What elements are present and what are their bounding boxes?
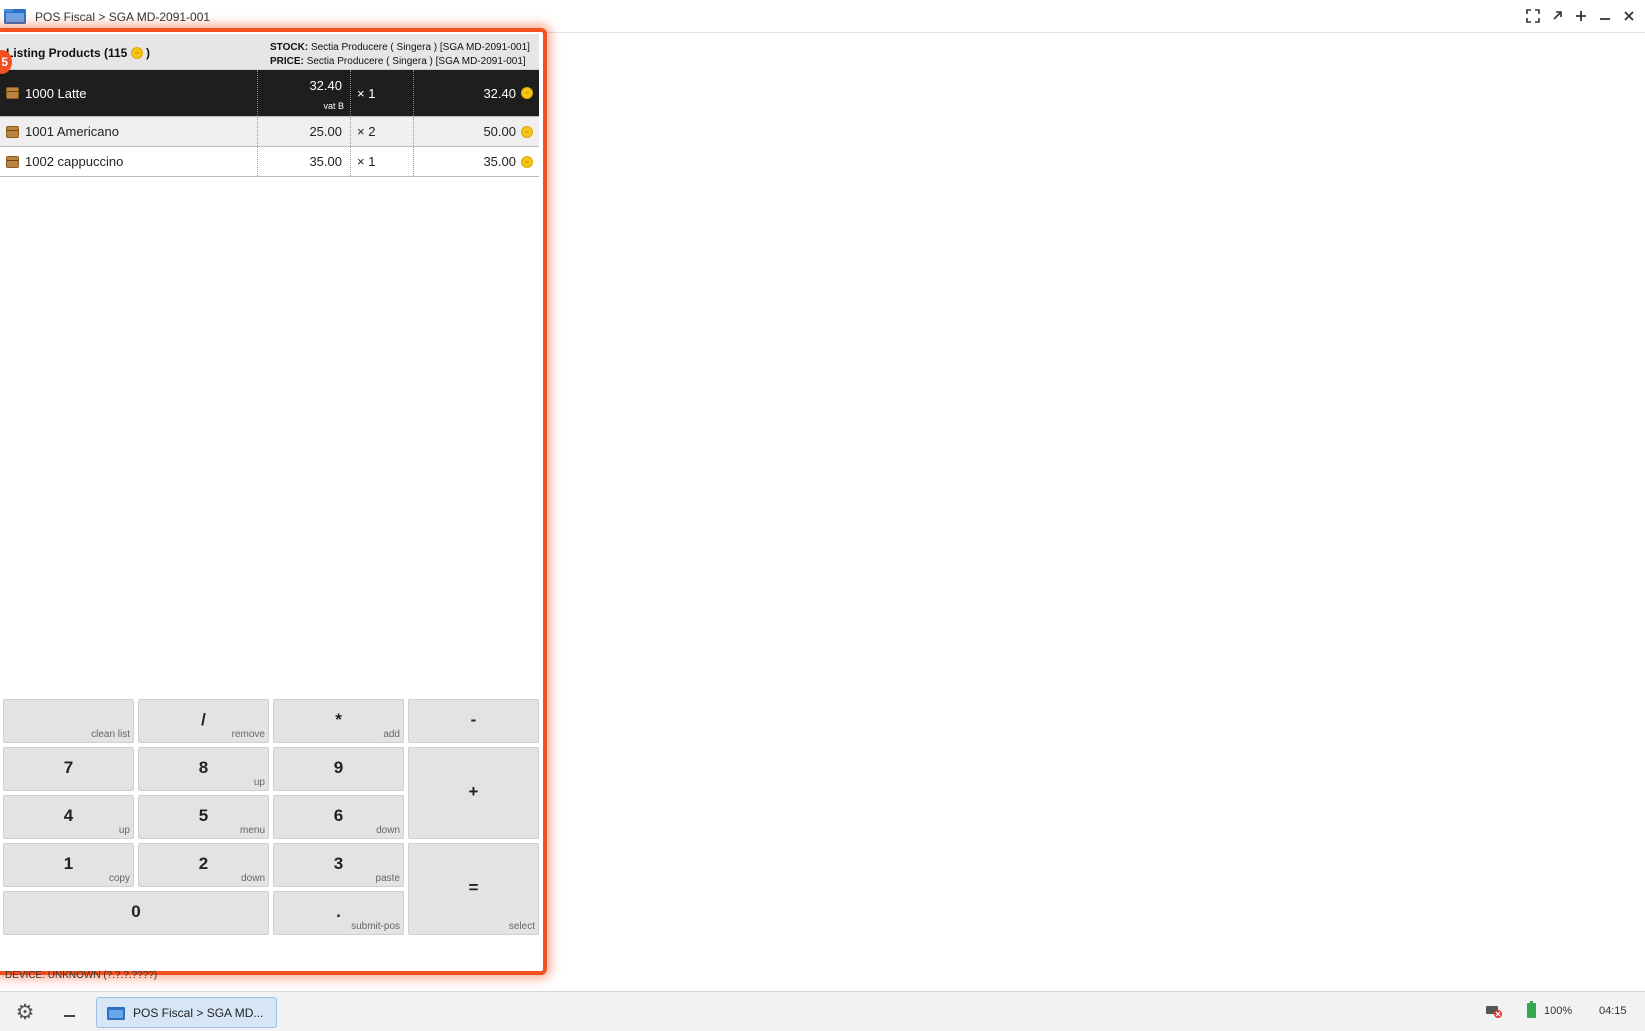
close-icon[interactable] bbox=[1619, 6, 1639, 26]
product-name: 1000 Latte bbox=[25, 85, 87, 101]
dot-submit-key[interactable]: . submit-pos bbox=[273, 891, 404, 935]
key-4[interactable]: 4 up bbox=[3, 795, 134, 839]
equals-select-key[interactable]: = select bbox=[408, 843, 539, 935]
product-total: 50.00 bbox=[483, 124, 516, 139]
battery-icon[interactable] bbox=[1527, 1001, 1536, 1018]
pos-panel: 5 Listing Products (115 ) STOCK: Sectia … bbox=[0, 28, 547, 975]
minus-key[interactable]: - bbox=[408, 699, 539, 743]
key-6[interactable]: 6 down bbox=[273, 795, 404, 839]
taskbar-task-pos-fiscal[interactable]: POS Fiscal > SGA MD... bbox=[96, 997, 277, 1028]
coin-icon bbox=[130, 47, 143, 59]
product-qty: × 1 bbox=[351, 70, 414, 116]
multiply-add-key[interactable]: * add bbox=[273, 699, 404, 743]
keypad: clean list / remove * add - 7 8 up 9 + 4… bbox=[2, 699, 540, 935]
product-qty: × 2 bbox=[351, 117, 414, 146]
product-price: 32.40 bbox=[309, 78, 342, 93]
price-info: PRICE: Sectia Producere ( Singera ) [SGA… bbox=[270, 56, 526, 67]
product-total: 32.40 bbox=[483, 85, 516, 101]
product-name: 1002 cappuccino bbox=[25, 154, 124, 169]
product-name: 1001 Americano bbox=[25, 124, 119, 139]
key-9[interactable]: 9 bbox=[273, 747, 404, 791]
key-8[interactable]: 8 up bbox=[138, 747, 269, 791]
vat-label: vat B bbox=[323, 101, 344, 111]
gear-icon[interactable]: ⚙ bbox=[14, 1002, 36, 1024]
product-row[interactable]: 1001 Americano 25.00 × 2 50.00 bbox=[0, 117, 539, 147]
coin-icon bbox=[521, 125, 533, 138]
minimize-icon[interactable] bbox=[1595, 6, 1615, 26]
key-5[interactable]: 5 menu bbox=[138, 795, 269, 839]
minimize-all-icon[interactable] bbox=[60, 1001, 80, 1021]
key-7[interactable]: 7 bbox=[3, 747, 134, 791]
product-total: 35.00 bbox=[483, 154, 516, 169]
taskbar-task-label: POS Fiscal > SGA MD... bbox=[133, 1006, 264, 1020]
battery-percent: 100% bbox=[1544, 1005, 1573, 1017]
listing-title: Listing Products (115 ) bbox=[6, 46, 151, 60]
listing-header: Listing Products (115 ) STOCK: Sectia Pr… bbox=[0, 34, 539, 70]
key-3[interactable]: 3 paste bbox=[273, 843, 404, 887]
product-price: 25.00 bbox=[258, 117, 351, 146]
product-qty: × 1 bbox=[351, 147, 414, 176]
stock-info: STOCK: Sectia Producere ( Singera ) [SGA… bbox=[270, 42, 530, 53]
app-folder-icon bbox=[4, 9, 26, 24]
package-icon bbox=[6, 87, 19, 99]
restore-icon[interactable] bbox=[1547, 6, 1567, 26]
fullscreen-icon[interactable] bbox=[1523, 6, 1543, 26]
device-disconnected-icon[interactable] bbox=[1486, 1004, 1502, 1018]
window-title: POS Fiscal > SGA MD-2091-001 bbox=[35, 10, 211, 24]
device-status: DEVICE: UNKNOWN (?.?.?.????) bbox=[5, 970, 158, 981]
coin-icon bbox=[521, 87, 533, 99]
plus-key[interactable]: + bbox=[408, 747, 539, 839]
product-row[interactable]: 1002 cappuccino 35.00 × 1 35.00 bbox=[0, 147, 539, 177]
add-icon[interactable] bbox=[1571, 6, 1591, 26]
divide-remove-key[interactable]: / remove bbox=[138, 699, 269, 743]
key-2[interactable]: 2 down bbox=[138, 843, 269, 887]
clean-list-key[interactable]: clean list bbox=[3, 699, 134, 743]
key-0[interactable]: 0 bbox=[3, 891, 269, 935]
package-icon bbox=[6, 125, 19, 138]
product-price: 35.00 bbox=[258, 147, 351, 176]
key-1[interactable]: 1 copy bbox=[3, 843, 134, 887]
coin-icon bbox=[521, 155, 533, 168]
taskbar: ⚙ POS Fiscal > SGA MD... 100% 04:15 bbox=[0, 991, 1645, 1031]
clock[interactable]: 04:15 bbox=[1599, 1005, 1627, 1017]
package-icon bbox=[6, 155, 19, 168]
product-row[interactable]: 1000 Latte 32.40 vat B × 1 32.40 bbox=[0, 70, 539, 117]
app-folder-icon bbox=[107, 1007, 125, 1020]
